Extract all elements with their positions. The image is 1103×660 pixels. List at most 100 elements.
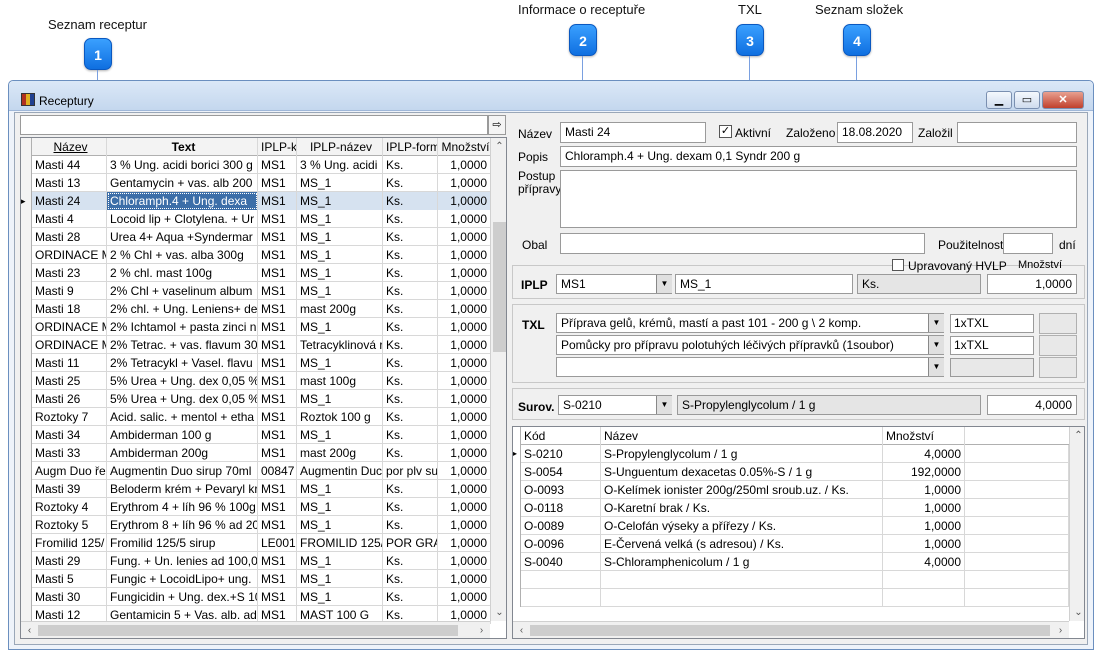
recipe-row[interactable]: Masti 18 2% chl. + Ung. Leniens+ de MS1 mas… [21, 300, 491, 318]
recipe-cell[interactable]: 1,0000 [438, 174, 491, 192]
recipe-row[interactable]: Augm Duo ře Augmentin Duo sirup 70ml 00847… [21, 462, 491, 480]
recipe-cell[interactable]: 2% Tetrac. + vas. flavum 30 [107, 336, 258, 354]
recipe-cell[interactable]: MS1 [258, 444, 297, 462]
recipe-filter-input[interactable] [20, 115, 488, 135]
recipe-cell[interactable]: Masti 5 [32, 570, 107, 588]
ingredient-cell[interactable]: 1,0000 [883, 481, 965, 499]
recipe-cell[interactable]: MS_1 [297, 192, 383, 210]
row-marker[interactable] [21, 408, 32, 426]
recipe-cell[interactable]: 1,0000 [438, 444, 491, 462]
recipe-cell[interactable]: MS1 [258, 192, 297, 210]
col-header-iplp-form[interactable]: IPLP-form [383, 138, 438, 156]
recipe-cell[interactable]: Locoid lip + Clotylena. + Ur [107, 210, 258, 228]
surov-code-combo[interactable]: S-0210 [558, 395, 672, 415]
row-marker[interactable] [21, 444, 32, 462]
recipe-cell[interactable]: 5% Urea + Ung. dex 0,05 % [107, 390, 258, 408]
recipe-cell[interactable]: 1,0000 [438, 336, 491, 354]
recipe-cell[interactable]: Masti 26 [32, 390, 107, 408]
ingredient-cell[interactable]: O-Kelímek ionister 200g/250ml sroub.uz. … [601, 481, 883, 499]
recipe-cell[interactable]: 1,0000 [438, 192, 491, 210]
ingredient-cell[interactable]: O-0089 [521, 517, 601, 535]
row-marker[interactable] [21, 318, 32, 336]
row-marker[interactable] [21, 210, 32, 228]
recipe-cell[interactable]: Ks. [383, 480, 438, 498]
col-header-mnozstvi[interactable]: Množství [438, 138, 491, 156]
recipe-cell[interactable]: MS1 [258, 336, 297, 354]
ingredient-row[interactable]: O-0089 O-Celofán výseky a přířezy / Ks. 1,… [513, 517, 1069, 535]
recipe-cell[interactable]: Masti 28 [32, 228, 107, 246]
scroll-left-icon[interactable]: ‹ [21, 622, 38, 638]
recipe-cell[interactable]: 1,0000 [438, 462, 491, 480]
recipe-cell[interactable]: MS1 [258, 408, 297, 426]
recipe-cell[interactable]: Augmentin Duc [297, 462, 383, 480]
recipe-cell[interactable]: Roztoky 7 [32, 408, 107, 426]
recipe-cell[interactable]: Ks. [383, 444, 438, 462]
txl-qty-combo-1[interactable]: 1xTXL [950, 314, 1034, 333]
row-marker[interactable] [21, 480, 32, 498]
recipe-cell[interactable]: 1,0000 [438, 570, 491, 588]
recipe-cell[interactable]: Fungic + LocoidLipo+ ung. [107, 570, 258, 588]
recipe-row[interactable]: Masti 23 2 % chl. mast 100g MS1 MS_1 Ks. 1,00… [21, 264, 491, 282]
row-marker[interactable] [21, 336, 32, 354]
recipe-cell[interactable]: 2% Ichtamol + pasta zinci n [107, 318, 258, 336]
iplp-mnozstvi-input[interactable]: 1,0000 [987, 274, 1077, 294]
recipe-cell[interactable]: Fung. + Un. lenies ad 100,0 [107, 552, 258, 570]
ingredient-cell[interactable]: S-Propylenglycolum / 1 g [601, 445, 883, 463]
recipe-cell[interactable]: MS_1 [297, 552, 383, 570]
recipe-cell[interactable]: Roztoky 5 [32, 516, 107, 534]
recipe-row[interactable]: Masti 4 Locoid lip + Clotylena. + Ur MS1 MS… [21, 210, 491, 228]
recipe-row[interactable]: Roztoky 5 Erythrom 8 + líh 96 % ad 20 MS1 M… [21, 516, 491, 534]
row-marker[interactable] [21, 516, 32, 534]
recipe-cell[interactable]: Augm Duo ře [32, 462, 107, 480]
recipe-row[interactable]: Roztoky 4 Erythrom 4 + líh 96 % 100g MS1 MS… [21, 498, 491, 516]
row-marker[interactable] [21, 246, 32, 264]
recipe-cell[interactable]: Masti 13 [32, 174, 107, 192]
recipe-cell[interactable]: Ks. [383, 336, 438, 354]
recipe-cell[interactable]: MS_1 [297, 570, 383, 588]
recipe-row[interactable]: Masti 25 5% Urea + Ung. dex 0,05 % MS1 mast… [21, 372, 491, 390]
ingredients-hscroll-thumb[interactable] [530, 625, 1050, 636]
recipe-cell[interactable]: MS1 [258, 390, 297, 408]
ingredient-cell[interactable]: O-Celofán výseky a přířezy / Ks. [601, 517, 883, 535]
recipe-cell[interactable]: 1,0000 [438, 156, 491, 174]
recipe-cell[interactable]: Masti 39 [32, 480, 107, 498]
txl-combo-2[interactable]: Pomůcky pro přípravu polotuhých léčivých… [556, 335, 944, 355]
recipe-cell[interactable]: Masti 44 [32, 156, 107, 174]
recipe-row[interactable]: Masti 44 3 % Ung. acidi borici 300 g MS1 3 … [21, 156, 491, 174]
recipe-cell[interactable]: MS_1 [297, 318, 383, 336]
recipe-row[interactable]: Masti 11 2% Tetracykl + Vasel. flavu MS1 MS… [21, 354, 491, 372]
recipe-cell[interactable]: 3 % Ung. acidi [297, 156, 383, 174]
recipe-row[interactable]: Masti 26 5% Urea + Ung. dex 0,05 % MS1 MS_1… [21, 390, 491, 408]
iplp-code-dropdown-icon[interactable]: ▼ [656, 275, 672, 293]
recipe-list-hscroll[interactable]: ‹ › [21, 621, 490, 638]
recipe-cell[interactable]: Masti 4 [32, 210, 107, 228]
recipe-cell[interactable]: 1,0000 [438, 498, 491, 516]
txl-combo-3[interactable] [556, 357, 944, 377]
recipe-cell[interactable]: MS1 [258, 498, 297, 516]
pouzitelnost-input[interactable] [1003, 233, 1053, 254]
row-marker[interactable] [21, 372, 32, 390]
col-header-iplp-kod[interactable]: IPLP-kó [258, 138, 297, 156]
col-header-ing-nazev[interactable]: Název [601, 427, 883, 445]
row-marker[interactable] [21, 498, 32, 516]
recipe-cell[interactable]: 1,0000 [438, 300, 491, 318]
recipe-row[interactable]: Roztoky 7 Acid. salic. + mentol + etha MS1… [21, 408, 491, 426]
recipe-cell[interactable]: 2% chl. + Ung. Leniens+ de [107, 300, 258, 318]
row-marker[interactable] [21, 570, 32, 588]
recipe-cell[interactable]: Ks. [383, 570, 438, 588]
recipe-cell[interactable]: FROMILID 125/ [297, 534, 383, 552]
recipe-cell[interactable]: Gentamycin + vas. alb 200 [107, 174, 258, 192]
col-header-iplp-nazev[interactable]: IPLP-název [297, 138, 383, 156]
ingredient-row[interactable]: O-0118 O-Karetní brak / Ks. 1,0000 [513, 499, 1069, 517]
recipe-list-hscroll-thumb[interactable] [38, 625, 458, 636]
row-marker[interactable] [21, 282, 32, 300]
nazev-input[interactable]: Masti 24 [560, 122, 706, 143]
recipe-cell[interactable]: 1,0000 [438, 390, 491, 408]
recipe-cell[interactable]: MS_1 [297, 480, 383, 498]
recipe-cell[interactable]: MS_1 [297, 282, 383, 300]
ingredient-cell[interactable]: S-Chloramphenicolum / 1 g [601, 553, 883, 571]
recipe-cell[interactable]: ORDINACE M [32, 336, 107, 354]
recipe-cell[interactable]: Ks. [383, 372, 438, 390]
recipe-cell[interactable]: Ks. [383, 228, 438, 246]
ingredient-row[interactable]: ▸ S-0210 S-Propylenglycolum / 1 g 4,0000 [513, 445, 1069, 463]
